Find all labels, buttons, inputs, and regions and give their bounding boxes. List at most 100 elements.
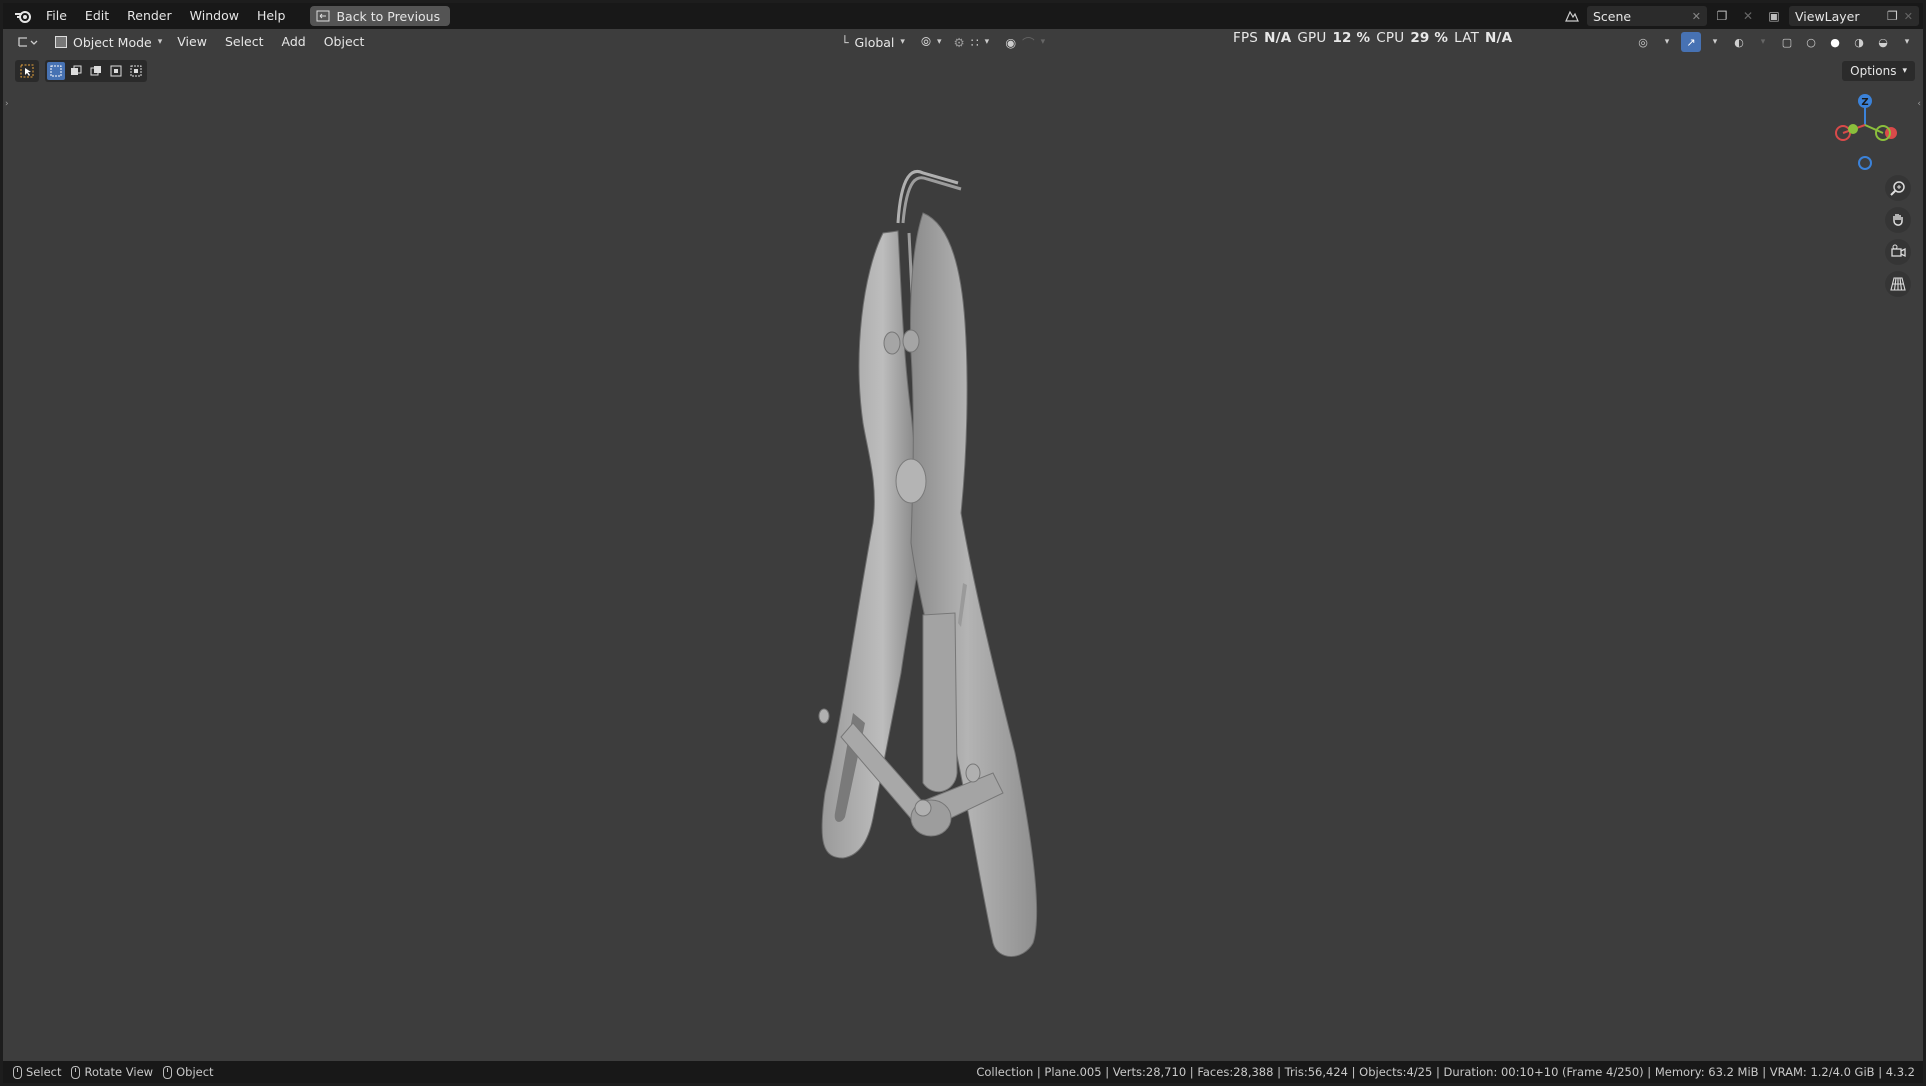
lat-label: LAT [1454,30,1480,46]
view-layer-selector[interactable]: ViewLayer ❐ ✕ [1789,6,1919,26]
menu-window[interactable]: Window [181,3,248,29]
view-layer-icon[interactable]: ▣ [1763,6,1785,26]
menu-select[interactable]: Select [216,31,273,53]
hint-object-label: Object [176,1065,214,1079]
delete-view-layer-icon[interactable]: ✕ [1904,10,1913,23]
editor-type-icon [18,37,38,47]
scene-name: Scene [1593,8,1632,24]
navigation-gizmo[interactable]: Z [1829,89,1909,179]
back-icon [316,10,330,22]
pliers-3d-model[interactable] [783,153,1083,983]
new-view-layer-icon[interactable]: ❐ [1887,9,1898,23]
falloff-icon[interactable]: ⌒ [1022,33,1035,52]
wireframe-shading-icon[interactable]: ○ [1801,32,1821,52]
snap-target-icon[interactable]: ∷ [971,35,979,50]
transform-tools: └ Global ▾ ⦾ ▾ ⚙ ∷ ▾ ◉ ⌒ ▾ [841,31,1045,53]
lat-value: N/A [1485,30,1513,46]
pan-hand-icon[interactable] [1885,207,1911,233]
chevron-down-icon: ▾ [1040,37,1046,47]
chevron-down-icon: ▾ [157,37,163,47]
chevron-down-icon: ▾ [984,37,990,47]
mouse-middle-icon [71,1065,81,1079]
menu-help[interactable]: Help [248,3,295,29]
pivot-point-icon[interactable]: ⦾ [921,34,931,50]
transform-orientation-selector[interactable]: Global [855,35,895,50]
tool-settings-row [15,60,147,82]
menu-render[interactable]: Render [118,3,181,29]
chevron-down-icon[interactable]: ▾ [1897,32,1917,52]
view-layer-name: ViewLayer [1795,8,1860,24]
chevron-down-icon: ▾ [936,37,942,47]
navigation-buttons [1885,175,1911,297]
z-axis-label: Z [1861,97,1868,108]
mouse-right-icon [163,1065,173,1079]
perspective-toggle-icon[interactable] [1885,271,1911,297]
fps-value: N/A [1264,30,1292,46]
menu-edit[interactable]: Edit [76,3,118,29]
chevron-down-icon[interactable]: ▾ [1705,32,1725,52]
hint-rotate-view-label: Rotate View [84,1065,154,1079]
sidebar-expand-icon[interactable]: ‹ [1917,99,1921,109]
pin-icon[interactable]: ✕ [1692,10,1701,23]
solid-shading-icon[interactable]: ● [1825,32,1845,52]
hint-rotate-view: Rotate View [71,1065,153,1079]
viewport-header: Object Mode ▾ View Select Add Object └ G… [3,29,1923,55]
top-right-selectors: Scene ✕ ❐ ✕ ▣ ViewLayer ❐ ✕ [1561,3,1919,29]
blender-logo-icon[interactable] [9,3,37,29]
transform-orientation-icon: └ [841,34,849,50]
gpu-value: 12 % [1332,30,1371,46]
status-bar: Select Rotate View Object Collection | P… [3,1061,1923,1083]
new-scene-icon[interactable]: ❐ [1711,6,1733,26]
performance-stats: FPS N/A GPU 12 % CPU 29 % LAT N/A [1233,30,1512,46]
object-mode-label: Object Mode [73,34,152,50]
camera-view-icon[interactable] [1885,239,1911,265]
editor-type-selector[interactable] [11,31,45,53]
selection-subtract-icon[interactable] [87,62,105,80]
toolbar-expand-icon[interactable]: › [5,99,9,109]
blender-window: File Edit Render Window Help Back to Pre… [3,3,1923,1083]
menu-add[interactable]: Add [273,31,315,53]
snap-toggle-icon[interactable]: ⚙ [953,35,964,50]
hint-select-label: Select [26,1065,62,1079]
cpu-value: 29 % [1410,30,1449,46]
selection-invert-icon[interactable] [107,62,125,80]
selection-intersect-icon[interactable] [127,62,145,80]
options-label: Options [1850,64,1897,78]
cursor-icon [20,64,34,78]
material-shading-icon[interactable]: ◑ [1849,32,1869,52]
mouse-left-icon [13,1065,22,1079]
visibility-icon[interactable]: ◎ [1633,32,1653,52]
delete-scene-icon[interactable]: ✕ [1737,6,1759,26]
chevron-down-icon[interactable]: ▾ [1657,32,1677,52]
hint-select: Select [13,1065,61,1079]
overlays-icon[interactable]: ◐ [1729,32,1749,52]
hint-object: Object [163,1065,214,1079]
rendered-shading-icon[interactable]: ◒ [1873,32,1893,52]
menu-view[interactable]: View [168,31,216,53]
scene-statistics: Collection | Plane.005 | Verts:28,710 | … [976,1065,1915,1079]
xray-icon[interactable]: ▢ [1777,32,1797,52]
fps-label: FPS [1233,30,1259,46]
menu-file[interactable]: File [37,3,76,29]
chevron-down-icon[interactable]: ▾ [1753,32,1773,52]
select-tool-button[interactable] [15,60,39,82]
selection-extend-icon[interactable] [67,62,85,80]
viewport-display-tools: ◎ ▾ ↗ ▾ ◐ ▾ ▢ ○ ● ◑ ◒ ▾ [1633,31,1917,53]
gpu-label: GPU [1297,30,1327,46]
chevron-down-icon: ▾ [900,37,905,47]
chevron-down-icon: ▾ [1902,66,1907,76]
cpu-label: CPU [1376,30,1405,46]
scene-type-icon[interactable] [1561,6,1583,26]
menu-object[interactable]: Object [315,31,374,53]
zoom-icon[interactable] [1885,175,1911,201]
back-to-previous-button[interactable]: Back to Previous [310,6,451,26]
top-bar: File Edit Render Window Help Back to Pre… [3,3,1923,29]
proportional-edit-icon[interactable]: ◉ [1005,35,1016,50]
scene-selector[interactable]: Scene ✕ [1587,6,1707,26]
back-to-previous-label: Back to Previous [336,8,441,24]
selection-new-icon[interactable] [47,62,65,80]
object-mode-icon [55,36,67,48]
gizmo-toggle-icon[interactable]: ↗ [1681,32,1701,52]
object-mode-selector[interactable]: Object Mode ▾ [49,31,168,53]
options-dropdown[interactable]: Options ▾ [1842,61,1915,81]
